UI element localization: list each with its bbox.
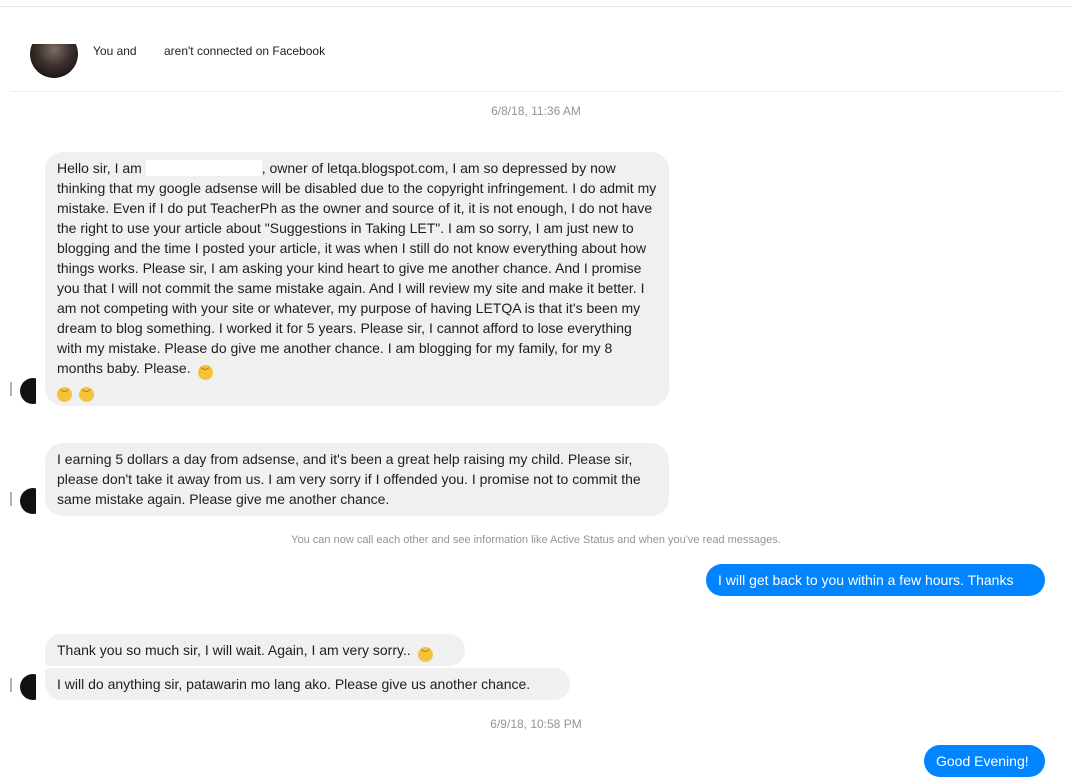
pensive-face-emoji-icon: ︶ xyxy=(57,387,72,402)
sender-avatar[interactable] xyxy=(10,674,36,700)
timestamp: 6/8/18, 11:36 AM xyxy=(491,104,581,118)
timestamp: 6/9/18, 10:58 PM xyxy=(490,717,582,731)
message-text: , owner of letqa.blogspot.com, I am so d… xyxy=(57,160,657,376)
system-notice: You can now call each other and see info… xyxy=(291,534,781,546)
outgoing-message[interactable]: I will get back to you within a few hour… xyxy=(706,564,1045,596)
contact-avatar[interactable] xyxy=(30,44,78,80)
pensive-face-emoji-icon: ︶ xyxy=(417,647,433,662)
connection-status-suffix: aren't connected on Facebook xyxy=(164,44,326,58)
message-text: Thank you so much sir, I will wait. Agai… xyxy=(57,642,411,658)
outgoing-message[interactable]: Good Evening! xyxy=(924,745,1045,777)
message-text: I will get back to you within a few hour… xyxy=(718,572,1014,588)
message-text: I earning 5 dollars a day from adsense, … xyxy=(57,451,641,507)
message-text: Hello sir, I am xyxy=(57,160,142,176)
top-divider xyxy=(0,6,1072,7)
message-text: I will do anything sir, patawarin mo lan… xyxy=(57,676,531,692)
incoming-message[interactable]: I earning 5 dollars a day from adsense, … xyxy=(45,443,669,516)
sender-avatar[interactable] xyxy=(10,488,36,514)
message-text: Good Evening! xyxy=(936,753,1029,769)
pensive-face-emoji-icon: ︶ xyxy=(197,365,213,380)
pensive-face-emoji-icon: ︶ xyxy=(78,387,94,402)
redacted-name xyxy=(145,160,262,176)
header-divider xyxy=(10,91,1062,92)
sender-avatar[interactable] xyxy=(10,378,36,404)
incoming-message[interactable]: Hello sir, I am , owner of letqa.blogspo… xyxy=(45,152,669,406)
connection-status-prefix: You and xyxy=(93,44,137,58)
incoming-message[interactable]: Thank you so much sir, I will wait. Agai… xyxy=(45,634,465,666)
incoming-message[interactable]: I will do anything sir, patawarin mo lan… xyxy=(45,668,570,700)
